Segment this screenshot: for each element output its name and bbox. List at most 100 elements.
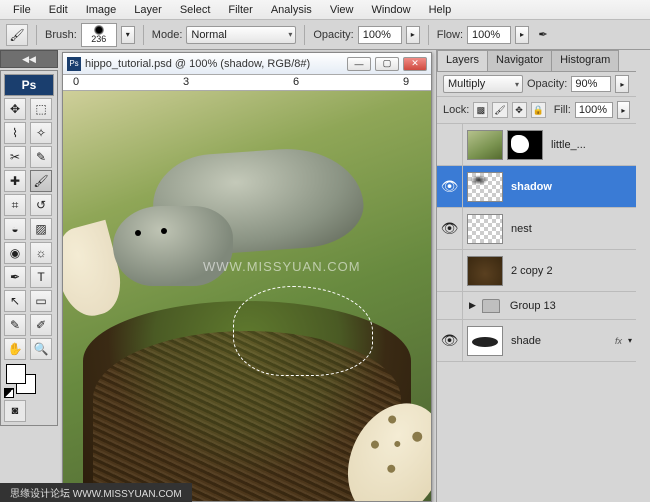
- tab-layers[interactable]: Layers: [437, 50, 488, 71]
- flow-input[interactable]: 100%: [467, 26, 511, 44]
- quickmask-icon[interactable]: ◙: [4, 400, 26, 422]
- brush-dropdown-arrow-icon[interactable]: ▾: [121, 26, 135, 44]
- wand-tool[interactable]: ✧: [30, 122, 52, 144]
- visibility-toggle[interactable]: [437, 292, 463, 319]
- menu-bar: File Edit Image Layer Select Filter Anal…: [0, 0, 650, 20]
- document-titlebar[interactable]: Ps hippo_tutorial.psd @ 100% (shadow, RG…: [63, 53, 431, 75]
- layer-opacity-label: Opacity:: [527, 78, 567, 90]
- maximize-button[interactable]: ▢: [375, 57, 399, 71]
- visibility-toggle[interactable]: 👁: [437, 208, 463, 249]
- notes-tool[interactable]: ✎: [4, 314, 26, 336]
- menu-image[interactable]: Image: [77, 2, 126, 18]
- ruler-tick: 0: [73, 76, 79, 88]
- layer-row[interactable]: 👁 shade fx ▾: [437, 320, 636, 362]
- stamp-tool[interactable]: ⌗: [4, 194, 26, 216]
- menu-view[interactable]: View: [321, 2, 363, 18]
- visibility-toggle[interactable]: [437, 124, 463, 165]
- menu-filter[interactable]: Filter: [219, 2, 261, 18]
- slice-tool[interactable]: ✎: [30, 146, 52, 168]
- shape-tool[interactable]: ▭: [30, 290, 52, 312]
- path-tool[interactable]: ↖: [4, 290, 26, 312]
- document-icon: Ps: [67, 57, 81, 71]
- default-colors-icon[interactable]: [4, 388, 14, 398]
- fx-expand-icon[interactable]: ▾: [628, 336, 632, 345]
- brush-preset-picker[interactable]: 236: [81, 23, 117, 47]
- visibility-toggle[interactable]: [437, 250, 463, 291]
- opacity-arrow-icon[interactable]: ▸: [406, 26, 420, 44]
- layer-thumbnail[interactable]: [467, 256, 503, 286]
- hand-tool[interactable]: ✋: [4, 338, 26, 360]
- heal-tool[interactable]: ✚: [4, 170, 26, 192]
- canvas-art: [113, 206, 233, 286]
- history-brush-tool[interactable]: ↺: [30, 194, 52, 216]
- tab-navigator[interactable]: Navigator: [487, 50, 552, 71]
- menu-help[interactable]: Help: [420, 2, 461, 18]
- layer-thumbnail[interactable]: [467, 172, 503, 202]
- foreground-color-swatch[interactable]: [6, 364, 26, 384]
- visibility-toggle[interactable]: 👁: [437, 320, 463, 361]
- tab-histogram[interactable]: Histogram: [551, 50, 619, 71]
- layer-name[interactable]: shadow: [507, 181, 636, 193]
- collapse-tab-icon[interactable]: ◀◀: [0, 50, 58, 68]
- opacity-input[interactable]: 100%: [358, 26, 402, 44]
- tool-preset-icon[interactable]: 🖌: [6, 24, 28, 46]
- opacity-slider-icon[interactable]: ▸: [615, 75, 629, 93]
- menu-analysis[interactable]: Analysis: [262, 2, 321, 18]
- layer-name[interactable]: Group 13: [506, 300, 636, 312]
- layer-row[interactable]: little_...: [437, 124, 636, 166]
- close-button[interactable]: ✕: [403, 57, 427, 71]
- expand-arrow-icon[interactable]: ▶: [463, 300, 476, 311]
- fill-slider-icon[interactable]: ▸: [617, 101, 630, 119]
- ruler-tick: 9: [403, 76, 409, 88]
- canvas[interactable]: WWW.MISSYUAN.COM: [63, 91, 431, 501]
- blend-mode-select[interactable]: Normal: [186, 26, 296, 44]
- layer-mask-thumbnail[interactable]: [507, 130, 543, 160]
- layer-group-row[interactable]: ▶ Group 13: [437, 292, 636, 320]
- menu-select[interactable]: Select: [171, 2, 220, 18]
- layer-thumbnail[interactable]: [467, 130, 503, 160]
- layer-name[interactable]: little_...: [547, 139, 636, 151]
- brush-size-value: 236: [91, 35, 106, 44]
- layer-blend-select[interactable]: Multiply: [443, 75, 523, 93]
- type-tool[interactable]: T: [30, 266, 52, 288]
- brush-tool[interactable]: 🖌: [30, 170, 52, 192]
- layer-name[interactable]: nest: [507, 223, 636, 235]
- airbrush-icon[interactable]: ✒: [533, 25, 553, 45]
- visibility-toggle[interactable]: 👁: [437, 166, 463, 207]
- layer-thumbnail[interactable]: [467, 214, 503, 244]
- flow-value: 100%: [472, 29, 500, 41]
- layer-name[interactable]: shade: [507, 335, 615, 347]
- layer-row[interactable]: 👁 shadow: [437, 166, 636, 208]
- zoom-tool[interactable]: 🔍: [30, 338, 52, 360]
- lock-transparency-icon[interactable]: ▩: [473, 102, 488, 118]
- fill-input[interactable]: 100%: [575, 102, 613, 118]
- ruler-horizontal[interactable]: 0 3 6 9: [63, 75, 431, 91]
- eraser-tool[interactable]: ◒: [4, 218, 26, 240]
- layer-name[interactable]: 2 copy 2: [507, 265, 636, 277]
- layer-row[interactable]: 2 copy 2: [437, 250, 636, 292]
- lasso-tool[interactable]: ⌇: [4, 122, 26, 144]
- gradient-tool[interactable]: ▨: [30, 218, 52, 240]
- layer-row[interactable]: 👁 nest: [437, 208, 636, 250]
- dodge-tool[interactable]: ☼: [30, 242, 52, 264]
- lock-pixels-icon[interactable]: 🖌: [492, 102, 507, 118]
- layer-opacity-input[interactable]: 90%: [571, 76, 611, 92]
- color-swatches[interactable]: [4, 362, 54, 398]
- menu-file[interactable]: File: [4, 2, 40, 18]
- menu-edit[interactable]: Edit: [40, 2, 77, 18]
- lock-all-icon[interactable]: 🔒: [531, 102, 546, 118]
- marquee-tool[interactable]: ⬚: [30, 98, 52, 120]
- fx-badge[interactable]: fx: [615, 336, 622, 346]
- menu-layer[interactable]: Layer: [125, 2, 171, 18]
- pen-tool[interactable]: ✒: [4, 266, 26, 288]
- blur-tool[interactable]: ◉: [4, 242, 26, 264]
- move-tool[interactable]: ✥: [4, 98, 26, 120]
- lock-position-icon[interactable]: ✥: [512, 102, 527, 118]
- ruler-tick: 3: [183, 76, 189, 88]
- flow-arrow-icon[interactable]: ▸: [515, 26, 529, 44]
- minimize-button[interactable]: —: [347, 57, 371, 71]
- crop-tool[interactable]: ✂: [4, 146, 26, 168]
- layer-thumbnail[interactable]: [467, 326, 503, 356]
- menu-window[interactable]: Window: [362, 2, 419, 18]
- eyedropper-tool[interactable]: ✐: [30, 314, 52, 336]
